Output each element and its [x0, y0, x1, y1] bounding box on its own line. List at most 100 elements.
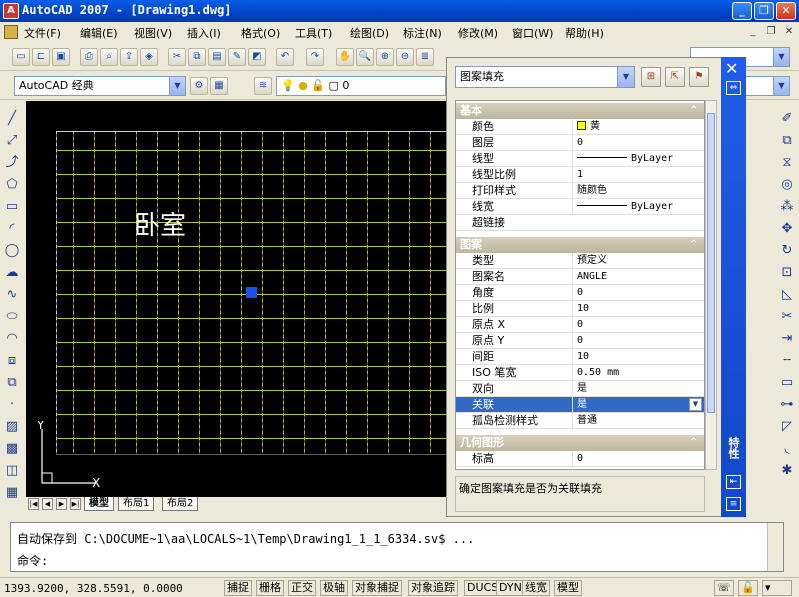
- select-objects-icon[interactable]: ⇱: [665, 67, 685, 87]
- mirror-icon[interactable]: ⧖: [778, 154, 796, 172]
- restore-icon[interactable]: ❐: [754, 2, 774, 20]
- chevron-down-icon[interactable]: ▼: [169, 77, 185, 95]
- property-row-origin-x[interactable]: 原点 X 0: [456, 317, 704, 333]
- property-grid-scrollbar[interactable]: [705, 100, 717, 470]
- command-prompt[interactable]: 命令:: [17, 552, 48, 569]
- spline-icon[interactable]: ∿: [3, 286, 21, 304]
- communication-icon[interactable]: ☏: [714, 580, 734, 596]
- rotate-icon[interactable]: ↻: [778, 242, 796, 260]
- region-icon[interactable]: ◫: [3, 462, 21, 480]
- toggle-pickadd-icon[interactable]: ⊞: [641, 67, 661, 87]
- menu-insert[interactable]: 插入(I): [187, 25, 221, 41]
- copy-object-icon[interactable]: ⧉: [778, 132, 796, 150]
- quick-select-icon[interactable]: ⚑: [689, 67, 709, 87]
- chevron-down-icon[interactable]: ▼: [689, 398, 702, 411]
- drawing-canvas[interactable]: 卧室 X Y: [26, 101, 446, 497]
- property-row-angle[interactable]: 角度 0: [456, 285, 704, 301]
- minimize-icon[interactable]: _: [732, 2, 752, 20]
- menu-view[interactable]: 视图(V): [134, 25, 172, 41]
- break-at-point-icon[interactable]: ╌: [778, 352, 796, 370]
- tab-layout2[interactable]: 布局2: [162, 497, 199, 511]
- osnap-toggle[interactable]: 对象捕捉: [352, 580, 402, 596]
- explode-icon[interactable]: ✱: [778, 462, 796, 480]
- cut-icon[interactable]: ✂: [168, 48, 186, 66]
- first-tab-icon[interactable]: |◀: [28, 498, 39, 510]
- property-row-spacing[interactable]: 间距 10: [456, 349, 704, 365]
- point-icon[interactable]: ·: [3, 396, 21, 414]
- tab-layout1[interactable]: 布局1: [118, 497, 155, 511]
- scrollbar-thumb[interactable]: [707, 113, 715, 413]
- zoom-realtime-icon[interactable]: 🔍: [356, 48, 374, 66]
- model-toggle[interactable]: 模型: [554, 580, 582, 596]
- save-icon[interactable]: ▣: [52, 48, 70, 66]
- mdi-restore-icon[interactable]: ❐: [764, 25, 778, 39]
- autocad-app-icon[interactable]: A: [3, 3, 19, 19]
- category-pattern[interactable]: 图案 ⌃: [456, 237, 704, 253]
- menu-format[interactable]: 格式(O): [241, 25, 280, 41]
- polar-toggle[interactable]: 极轴: [320, 580, 348, 596]
- ellipse-arc-icon[interactable]: ◠: [3, 330, 21, 348]
- chevron-down-icon[interactable]: ▼: [773, 48, 789, 66]
- collapse-icon[interactable]: ⌃: [690, 435, 698, 451]
- plot-preview-icon[interactable]: ⌕: [100, 48, 118, 66]
- chevron-down-icon[interactable]: ▼: [773, 77, 789, 95]
- workspace-combo[interactable]: AutoCAD 经典 ▼: [14, 76, 186, 96]
- close-icon[interactable]: ✕: [776, 2, 796, 20]
- layer-manager-icon[interactable]: ≋: [254, 77, 272, 95]
- fillet-icon[interactable]: ◟: [778, 440, 796, 458]
- erase-icon[interactable]: ✐: [778, 110, 796, 128]
- plot-icon[interactable]: ⎙: [80, 48, 98, 66]
- table-icon[interactable]: ▦: [3, 484, 21, 502]
- construction-line-icon[interactable]: ⤢: [3, 132, 21, 150]
- menu-draw[interactable]: 绘图(D): [350, 25, 389, 41]
- menu-help[interactable]: 帮助(H): [565, 25, 604, 41]
- property-row-hyperlink[interactable]: 超链接: [456, 215, 704, 231]
- properties-icon[interactable]: ≣: [416, 48, 434, 66]
- category-basic[interactable]: 基本 ⌃: [456, 103, 704, 119]
- menu-dimension[interactable]: 标注(N): [403, 25, 442, 41]
- tab-model[interactable]: 模型: [84, 497, 114, 511]
- gradient-icon[interactable]: ▩: [3, 440, 21, 458]
- move-icon[interactable]: ✥: [778, 220, 796, 238]
- room-label[interactable]: 卧室: [134, 205, 186, 242]
- ellipse-icon[interactable]: ⬭: [3, 308, 21, 326]
- selection-grip[interactable]: [246, 287, 257, 298]
- property-row-associative[interactable]: 关联 是 ▼: [456, 397, 704, 413]
- snap-toggle[interactable]: 捕捉: [224, 580, 252, 596]
- property-row-linetype[interactable]: 线型 ByLayer: [456, 151, 704, 167]
- next-tab-icon[interactable]: ▶: [56, 498, 67, 510]
- command-window[interactable]: 自动保存到 C:\DOCUME~1\aa\LOCALS~1\Temp\Drawi…: [10, 522, 784, 572]
- undo-icon[interactable]: ↶: [276, 48, 294, 66]
- workspace-settings-icon[interactable]: ⚙: [190, 77, 208, 95]
- array-icon[interactable]: ⁂: [778, 198, 796, 216]
- last-tab-icon[interactable]: ▶|: [70, 498, 81, 510]
- publish-icon[interactable]: ⇪: [120, 48, 138, 66]
- copy-icon[interactable]: ⧉: [188, 48, 206, 66]
- match-properties-icon[interactable]: ✎: [228, 48, 246, 66]
- scale-icon[interactable]: ⊡: [778, 264, 796, 282]
- property-row-linetype-scale[interactable]: 线型比例 1: [456, 167, 704, 183]
- status-menu-icon[interactable]: ▾: [762, 580, 792, 596]
- new-icon[interactable]: ▭: [12, 48, 30, 66]
- chamfer-icon[interactable]: ◸: [778, 418, 796, 436]
- property-row-layer[interactable]: 图层 0: [456, 135, 704, 151]
- property-row-pattern-name[interactable]: 图案名 ANGLE: [456, 269, 704, 285]
- 3d-dwf-icon[interactable]: ◈: [140, 48, 158, 66]
- hatch-icon[interactable]: ▨: [3, 418, 21, 436]
- stretch-icon[interactable]: ◺: [778, 286, 796, 304]
- extend-icon[interactable]: ⇥: [778, 330, 796, 348]
- collapse-icon[interactable]: ⌃: [690, 103, 698, 119]
- toolbar-lock-icon[interactable]: 🔓: [738, 580, 758, 596]
- property-row-color[interactable]: 颜色 黄: [456, 119, 704, 135]
- rectangle-icon[interactable]: ▭: [3, 198, 21, 216]
- collapse-icon[interactable]: ⌃: [690, 237, 698, 253]
- mdi-close-icon[interactable]: ✕: [782, 25, 796, 39]
- arc-icon[interactable]: ◜: [3, 220, 21, 238]
- line-icon[interactable]: ╱: [3, 110, 21, 128]
- menu-edit[interactable]: 编辑(E): [80, 25, 118, 41]
- grid-toggle[interactable]: 栅格: [256, 580, 284, 596]
- make-block-icon[interactable]: ⧉: [3, 374, 21, 392]
- menu-window[interactable]: 窗口(W): [512, 25, 553, 41]
- paste-icon[interactable]: ▤: [208, 48, 226, 66]
- close-icon[interactable]: ✕: [725, 59, 738, 78]
